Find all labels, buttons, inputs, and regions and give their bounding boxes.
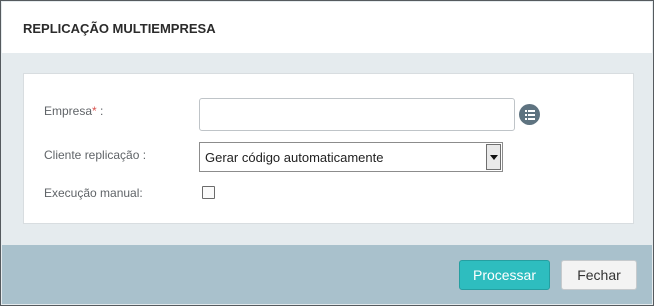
close-button[interactable]: Fechar xyxy=(561,260,637,290)
execucao-manual-label: Execução manual: xyxy=(44,186,143,200)
replication-dialog: REPLICAÇÃO MULTIEMPRESA Empresa* : Clien… xyxy=(0,0,654,306)
empresa-label-text: Empresa xyxy=(44,104,93,118)
cliente-replicacao-label: Cliente replicação : xyxy=(44,148,147,162)
empresa-label: Empresa* : xyxy=(44,104,103,118)
list-icon[interactable] xyxy=(519,104,540,125)
cliente-replicacao-selected: Gerar código automaticamente xyxy=(205,150,384,165)
dialog-title: REPLICAÇÃO MULTIEMPRESA xyxy=(23,21,216,36)
cliente-replicacao-select[interactable]: Gerar código automaticamente xyxy=(199,142,503,172)
empresa-input[interactable] xyxy=(199,98,515,131)
dialog-header: REPLICAÇÃO MULTIEMPRESA xyxy=(2,2,652,53)
execucao-manual-checkbox[interactable] xyxy=(202,186,215,199)
process-button[interactable]: Processar xyxy=(459,260,550,290)
dialog-footer: Processar Fechar xyxy=(2,245,652,304)
empresa-label-suffix: : xyxy=(96,104,104,118)
dialog-body: Empresa* : Cliente replicação : Gerar có… xyxy=(2,53,652,245)
chevron-down-icon[interactable] xyxy=(486,144,501,170)
form-card: Empresa* : Cliente replicação : Gerar có… xyxy=(23,73,634,224)
